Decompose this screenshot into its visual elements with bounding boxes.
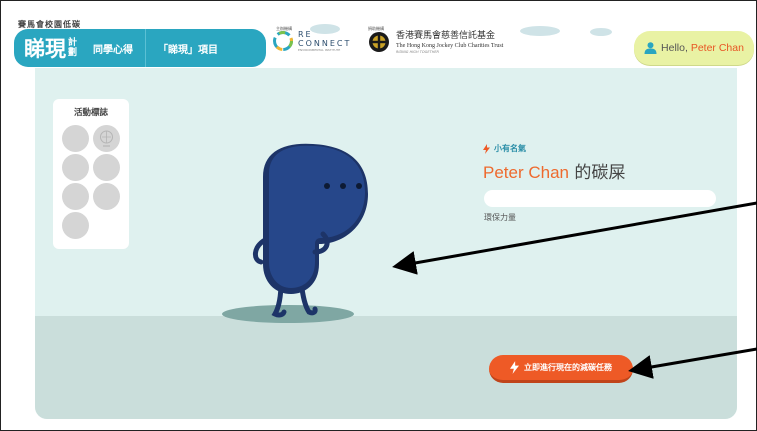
mascot-eye: [340, 183, 346, 189]
funder-name-zh: 香港賽馬會慈善信託基金: [396, 30, 496, 41]
reconnect-ring-icon: [273, 31, 293, 51]
dashboard-scene: 活動標誌 小有名氣 Peter Chan 的碳屎 環保力量 立即進行現在的減碳任…: [35, 68, 737, 419]
globe-icon: [100, 130, 113, 147]
site-logo[interactable]: 睇現 計 劃: [24, 33, 77, 63]
mission-button-label: 立即進行現在的減碳任務: [524, 363, 612, 372]
organizer-line1: RE: [298, 30, 313, 39]
nav-project[interactable]: 「睇現」項目: [158, 41, 218, 56]
greeting-text: Hello,: [661, 42, 688, 54]
start-mission-button[interactable]: 立即進行現在的減碳任務: [489, 355, 633, 383]
user-icon: [644, 42, 657, 54]
nav-divider: [145, 29, 147, 67]
funder-tagline: RIDING HIGH TOGETHER: [396, 49, 439, 54]
eco-power-label: 環保力量: [484, 213, 516, 222]
badge-5[interactable]: [62, 183, 89, 210]
logo-sub-bottom: 劃: [68, 48, 78, 58]
footprint-suffix: 的碳屎: [574, 163, 626, 183]
mascot-eye: [356, 183, 362, 189]
organizer-name: RE CONNECT ENVIRONMENTAL INSTITUTE: [298, 30, 351, 52]
badge-2[interactable]: [93, 125, 120, 152]
cloud-decoration: [590, 28, 612, 36]
mascot-eye: [324, 183, 330, 189]
logo-sub-text: 計 劃: [68, 38, 77, 58]
footprint-user-name: Peter Chan: [483, 163, 569, 182]
user-greeting: Hello, Peter Chan: [661, 42, 744, 54]
activity-badges-panel: 活動標誌: [53, 99, 129, 249]
user-account-button[interactable]: Hello, Peter Chan: [634, 31, 754, 65]
organizer-line2: CONNECT: [298, 39, 352, 48]
carbon-mascot: [253, 143, 368, 318]
organizer-tagline: ENVIRONMENTAL INSTITUTE: [298, 48, 341, 52]
badge-7[interactable]: [62, 212, 89, 239]
user-name: Peter Chan: [690, 42, 744, 54]
logo-main-text: 睇現: [24, 37, 66, 61]
eco-power-progress-bar: [484, 190, 716, 207]
organizer-logo[interactable]: RE CONNECT ENVIRONMENTAL INSTITUTE: [272, 30, 351, 52]
jockey-club-crest-icon: [369, 32, 389, 52]
nav-student-sharing[interactable]: 同學心得: [93, 41, 133, 56]
brand-navbar: 睇現 計 劃 同學心得 「睇現」項目: [14, 29, 266, 67]
funder-logo[interactable]: 香港賽馬會慈善信託基金 The Hong Kong Jockey Club Ch…: [368, 30, 503, 54]
logo-sub-top: 計: [68, 38, 78, 48]
cloud-decoration: [520, 26, 560, 36]
level-label: 小有名氣: [494, 144, 526, 153]
lightning-icon: [483, 143, 490, 154]
footprint-title: Peter Chan 的碳屎: [483, 158, 625, 183]
badges-title: 活動標誌: [73, 108, 108, 118]
badge-4[interactable]: [93, 154, 120, 181]
badge-6[interactable]: [93, 183, 120, 210]
level-status: 小有名氣: [483, 143, 526, 154]
funder-name-en: The Hong Kong Jockey Club Charities Trus…: [396, 42, 504, 49]
badge-3[interactable]: [62, 154, 89, 181]
lightning-icon: [510, 361, 519, 374]
funder-name: 香港賽馬會慈善信託基金 The Hong Kong Jockey Club Ch…: [396, 31, 503, 54]
badge-1[interactable]: [62, 125, 89, 152]
